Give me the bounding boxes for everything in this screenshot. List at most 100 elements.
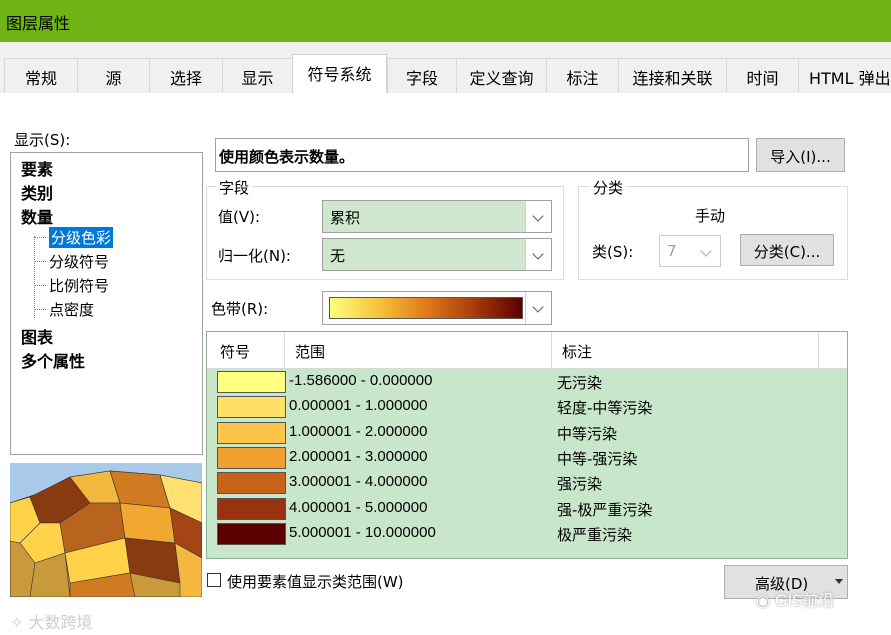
tab-labels[interactable]: 标注 xyxy=(546,58,618,94)
class-table: 符号 范围 标注 -1.586000 - 0.000000 无污染 0.000001… xyxy=(206,331,848,559)
normalization-dropdown[interactable]: 无 xyxy=(322,238,552,271)
column-label[interactable]: 标注 xyxy=(562,341,592,362)
label-cell[interactable]: 中等-强污染 xyxy=(557,448,637,469)
chevron-down-icon xyxy=(525,292,551,324)
range-cell[interactable]: 3.000001 - 4.000000 xyxy=(289,473,427,490)
tree-connector xyxy=(34,261,46,262)
classes-dropdown[interactable]: 7 xyxy=(659,235,721,267)
value-field-value: 累积 xyxy=(330,209,361,227)
tab-html-popup[interactable]: HTML 弹出 xyxy=(798,58,891,94)
tree-item-categories[interactable]: 类别 xyxy=(21,180,53,204)
tab-strip: 常规 源 选择 显示 符号系统 字段 定义查询 标注 连接和关联 时间 HTML… xyxy=(0,42,891,95)
classify-button[interactable]: 分类(C)... xyxy=(740,234,834,266)
classes-value: 7 xyxy=(667,242,677,260)
window-title: 图层属性 xyxy=(6,14,71,33)
classification-method: 手动 xyxy=(695,207,726,225)
tab-symbology[interactable]: 符号系统 xyxy=(292,54,387,95)
tree-connector xyxy=(34,309,46,310)
watermark-left: ✧ 大数跨境 xyxy=(10,609,93,633)
table-row[interactable]: 0.000001 - 1.000000 轻度-中等污染 xyxy=(207,394,847,419)
tree-item-quantities[interactable]: 数量 xyxy=(21,204,53,228)
range-cell[interactable]: 5.000001 - 10.000000 xyxy=(289,524,436,541)
tab-display[interactable]: 显示 xyxy=(222,58,292,94)
chevron-down-icon xyxy=(525,201,551,232)
column-separator xyxy=(284,332,285,369)
tab-time[interactable]: 时间 xyxy=(726,58,798,94)
table-row[interactable]: 1.000001 - 2.000000 中等污染 xyxy=(207,420,847,445)
column-separator xyxy=(551,332,552,369)
tree-item-multiple-attributes[interactable]: 多个属性 xyxy=(21,348,85,372)
range-cell[interactable]: -1.586000 - 0.000000 xyxy=(289,372,432,389)
label-cell[interactable]: 强-极严重污染 xyxy=(557,499,652,520)
range-cell[interactable]: 1.000001 - 2.000000 xyxy=(289,423,427,440)
table-row[interactable]: 2.000001 - 3.000000 中等-强污染 xyxy=(207,445,847,470)
value-label: 值(V): xyxy=(218,208,261,226)
chevron-down-icon xyxy=(694,236,720,266)
symbol-swatch[interactable] xyxy=(217,446,286,469)
tab-selection[interactable]: 选择 xyxy=(149,58,222,94)
symbol-swatch[interactable] xyxy=(217,497,286,520)
label-cell[interactable]: 极严重污染 xyxy=(557,524,632,545)
label-cell[interactable]: 中等污染 xyxy=(557,423,617,444)
label-cell[interactable]: 无污染 xyxy=(557,372,602,393)
symbol-swatch[interactable] xyxy=(217,522,286,545)
table-header: 符号 范围 标注 xyxy=(207,332,847,369)
normalization-label: 归一化(N): xyxy=(218,247,291,265)
watermark-logo-icon: ✧ xyxy=(10,613,29,632)
tree-item-dot-density[interactable]: 点密度 xyxy=(49,299,94,320)
table-row[interactable]: 3.000001 - 4.000000 强污染 xyxy=(207,470,847,495)
classification-group-title: 分类 xyxy=(590,177,627,198)
tab-source[interactable]: 源 xyxy=(77,58,149,94)
color-ramp-dropdown[interactable] xyxy=(322,291,552,325)
tab-joins-relates[interactable]: 连接和关联 xyxy=(618,58,726,94)
tree-item-features[interactable]: 要素 xyxy=(21,156,53,180)
value-field-dropdown[interactable]: 累积 xyxy=(322,200,552,233)
tree-connector xyxy=(34,237,46,238)
column-separator xyxy=(818,332,819,369)
map-preview-graphic xyxy=(10,470,202,597)
tree-item-proportional-symbols[interactable]: 比例符号 xyxy=(49,275,109,296)
tab-general[interactable]: 常规 xyxy=(4,58,77,94)
watermark-left-text: 大数跨境 xyxy=(28,613,93,632)
show-class-ranges-checkbox[interactable] xyxy=(207,573,221,587)
watermark-right-text: GIS前沿 xyxy=(775,591,835,610)
show-label: 显示(S): xyxy=(14,131,71,149)
wechat-icon: ◉ xyxy=(756,591,776,610)
column-range[interactable]: 范围 xyxy=(295,341,325,362)
tree-connector xyxy=(34,236,35,318)
table-row[interactable]: 5.000001 - 10.000000 极严重污染 xyxy=(207,521,847,546)
title-bar: 图层属性 xyxy=(0,0,891,42)
import-button[interactable]: 导入(I)... xyxy=(756,138,845,172)
label-cell[interactable]: 强污染 xyxy=(557,473,602,494)
tree-connector xyxy=(34,285,46,286)
fields-group-title: 字段 xyxy=(216,177,253,198)
chevron-down-icon xyxy=(525,239,551,270)
column-symbol[interactable]: 符号 xyxy=(220,341,250,362)
symbol-swatch[interactable] xyxy=(217,396,286,419)
tab-fields[interactable]: 字段 xyxy=(387,58,456,94)
tree-item-graduated-symbols[interactable]: 分级符号 xyxy=(49,251,109,272)
symbol-swatch[interactable] xyxy=(217,472,286,495)
show-tree: 要素 类别 数量 分级色彩 分级符号 比例符号 点密度 图表 多个属性 xyxy=(10,152,203,455)
classes-label: 类(S): xyxy=(592,243,634,261)
label-cell[interactable]: 轻度-中等污染 xyxy=(557,397,652,418)
show-class-ranges-label: 使用要素值显示类范围(W) xyxy=(227,573,404,591)
table-row[interactable]: -1.586000 - 0.000000 无污染 xyxy=(207,369,847,394)
symbol-swatch[interactable] xyxy=(217,371,286,393)
description-box: 使用颜色表示数量。 xyxy=(215,138,749,172)
color-ramp-preview xyxy=(329,297,523,319)
symbol-swatch[interactable] xyxy=(217,421,286,444)
range-cell[interactable]: 0.000001 - 1.000000 xyxy=(289,397,427,414)
tab-definition-query[interactable]: 定义查询 xyxy=(456,58,546,94)
range-cell[interactable]: 2.000001 - 3.000000 xyxy=(289,448,427,465)
dropdown-arrow-icon xyxy=(835,579,843,584)
color-ramp-label: 色带(R): xyxy=(211,300,269,318)
normalization-value: 无 xyxy=(330,247,346,265)
tree-item-graduated-colors[interactable]: 分级色彩 xyxy=(49,227,114,248)
description-text: 使用颜色表示数量。 xyxy=(219,148,355,166)
tree-item-charts[interactable]: 图表 xyxy=(21,324,53,348)
table-row[interactable]: 4.000001 - 5.000000 强-极严重污染 xyxy=(207,496,847,521)
watermark-right: ◉ GIS前沿 xyxy=(756,587,834,611)
preview-map xyxy=(10,463,202,597)
range-cell[interactable]: 4.000001 - 5.000000 xyxy=(289,499,427,516)
